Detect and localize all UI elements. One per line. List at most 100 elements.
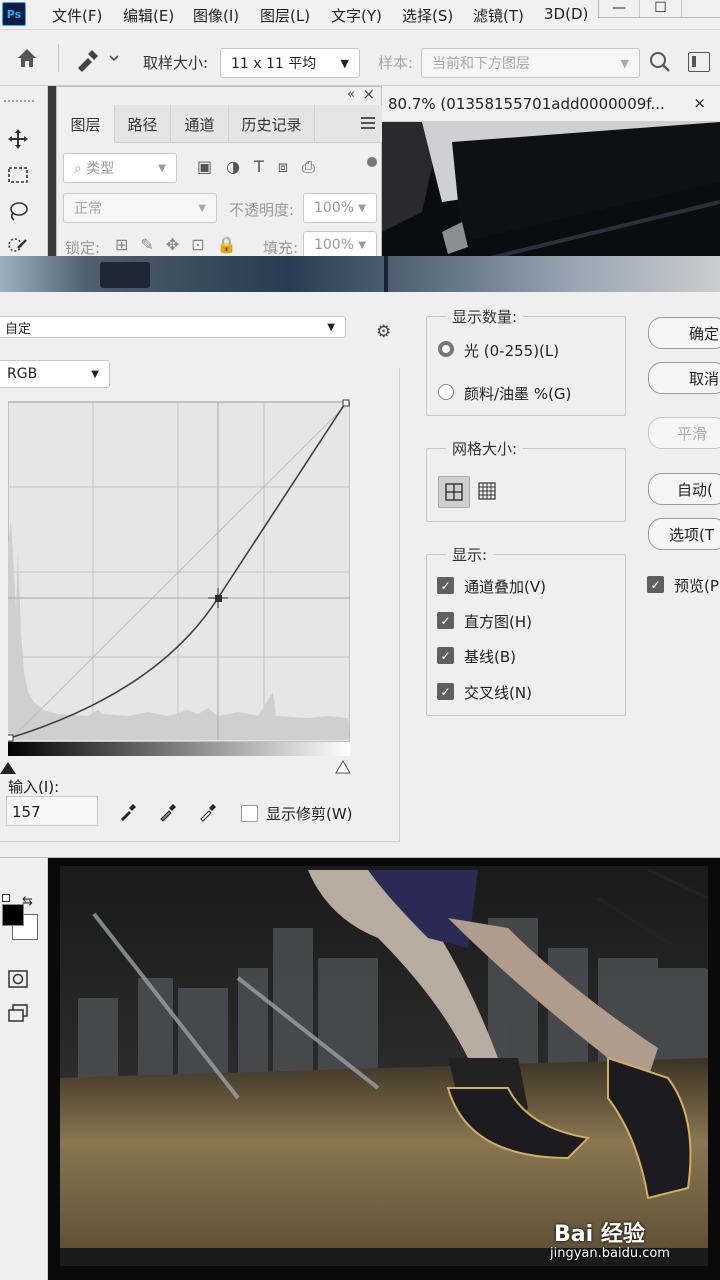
input-value-field[interactable]: 157	[6, 796, 98, 826]
search-icon: ⌕	[74, 161, 82, 177]
fill-input[interactable]: 100% ▼	[303, 231, 377, 259]
workspace-icon[interactable]	[688, 52, 710, 72]
divider	[58, 44, 59, 72]
home-icon[interactable]	[14, 46, 40, 70]
preset-select[interactable]: 自定 ▼	[0, 316, 346, 338]
opacity-label: 不透明度:	[229, 201, 295, 219]
layer-thumbnail	[100, 262, 150, 288]
detailed-grid-button[interactable]	[478, 482, 498, 502]
chevron-down-icon: ▼	[358, 239, 366, 251]
display-title: 显示:	[446, 544, 494, 565]
canvas-image: Bai 经验 jingyan.baidu.com	[48, 858, 720, 1280]
sample-size-value: 11 x 11 平均	[231, 56, 317, 72]
chevron-down-icon: ▼	[340, 56, 349, 70]
menu-image[interactable]: 图像(I)	[193, 5, 239, 26]
color-swatches[interactable]: ⇆	[2, 894, 42, 940]
show-amount-title: 显示数量:	[446, 306, 524, 327]
menu-filter[interactable]: 滤镜(T)	[473, 5, 524, 26]
tab-paths[interactable]: 路径	[115, 105, 171, 143]
preview-label: 预览(P	[674, 577, 719, 595]
smooth-button[interactable]: 平滑	[648, 417, 720, 449]
lock-label: 锁定:	[65, 239, 101, 257]
move-tool-icon[interactable]	[5, 126, 31, 152]
panel-menu-icon[interactable]	[361, 117, 375, 129]
channel-overlay-checkbox[interactable]: ✓	[437, 577, 454, 594]
tab-history[interactable]: 历史记录	[229, 105, 315, 143]
tab-layers[interactable]: 图层	[57, 105, 115, 143]
pigment-radio[interactable]	[438, 384, 454, 400]
auto-button[interactable]: 自动(	[648, 473, 720, 505]
close-document-icon[interactable]: ×	[693, 94, 706, 112]
fill-label: 填充:	[263, 239, 299, 257]
close-panel-icon[interactable]: ×	[362, 85, 375, 103]
light-radio-label: 光 (0-255)(L)	[464, 342, 560, 360]
quick-mask-icon[interactable]	[5, 966, 31, 992]
layer-filter-icons[interactable]: ▣◑T⧈⎙	[197, 157, 329, 177]
quick-select-tool-icon[interactable]	[5, 232, 31, 258]
intersection-line-checkbox[interactable]: ✓	[437, 683, 454, 700]
menu-edit[interactable]: 编辑(E)	[123, 5, 174, 26]
input-gradient-bar	[8, 742, 350, 756]
document-tab[interactable]: 80.7% (01358155701add0000009f... ×	[382, 86, 720, 122]
eyedropper-tool-preset-icon[interactable]	[72, 44, 122, 72]
show-clipping-checkbox[interactable]	[241, 805, 258, 822]
pigment-radio-label: 颜料/油墨 %(G)	[464, 385, 572, 403]
chevron-down-icon: ▼	[198, 202, 206, 214]
chevron-down-icon: ▼	[158, 162, 166, 174]
preset-options-gear-icon[interactable]: ⚙	[376, 322, 391, 342]
watermark-url: jingyan.baidu.com	[550, 1246, 670, 1261]
fill-value: 100%	[314, 237, 355, 253]
layers-panel: « × 图层 路径 通道 历史记录 ⌕ 类型 ▼ ▣◑T⧈⎙ 正常 ▼ 不透明度…	[56, 85, 383, 260]
sample-size-select[interactable]: 11 x 11 平均 ▼	[220, 48, 360, 78]
sample-select[interactable]: 当前和下方图层 ▼	[421, 48, 640, 78]
baseline-checkbox[interactable]: ✓	[437, 647, 454, 664]
histogram-checkbox[interactable]: ✓	[437, 612, 454, 629]
gray-eyedropper-icon[interactable]	[158, 800, 180, 822]
collapse-panel-icon[interactable]: «	[347, 87, 355, 102]
black-point-slider[interactable]	[0, 762, 16, 774]
tab-channels[interactable]: 通道	[171, 105, 229, 143]
preset-value: 自定	[5, 321, 32, 337]
options-button[interactable]: 选项(T	[648, 518, 720, 550]
simple-grid-button[interactable]	[438, 476, 470, 508]
cancel-button[interactable]: 取消	[648, 362, 720, 394]
default-colors-icon[interactable]	[2, 894, 10, 902]
screen-mode-icon[interactable]	[5, 1000, 31, 1026]
filter-toggle-icon[interactable]	[367, 157, 377, 167]
marquee-tool-icon[interactable]	[5, 162, 31, 188]
search-icon[interactable]	[648, 50, 672, 74]
close-window-button[interactable]	[682, 0, 720, 17]
filter-kind-select[interactable]: ⌕ 类型 ▼	[63, 153, 177, 183]
menu-type[interactable]: 文字(Y)	[331, 5, 382, 26]
options-bar: 取样大小: 11 x 11 平均 ▼ 样本: 当前和下方图层 ▼	[0, 30, 720, 86]
lasso-tool-icon[interactable]	[5, 198, 31, 224]
channel-overlay-label: 通道叠加(V)	[464, 578, 546, 596]
background-strip	[0, 256, 720, 292]
maximize-button[interactable]: ☐	[640, 0, 682, 17]
minimize-button[interactable]: —	[599, 0, 641, 17]
sample-value: 当前和下方图层	[432, 56, 530, 72]
menu-layer[interactable]: 图层(L)	[260, 5, 310, 26]
ok-button[interactable]: 确定	[648, 317, 720, 349]
baidu-watermark: Bai 经验	[554, 1222, 645, 1247]
curves-graph[interactable]	[6, 372, 351, 743]
input-label: 输入(I):	[8, 778, 60, 796]
foreground-color[interactable]	[2, 904, 24, 926]
blend-mode-select[interactable]: 正常 ▼	[63, 193, 217, 223]
opacity-input[interactable]: 100% ▼	[303, 193, 377, 223]
menu-file[interactable]: 文件(F)	[52, 5, 102, 26]
preview-checkbox[interactable]: ✓	[647, 576, 664, 593]
grid-size-title: 网格大小:	[446, 438, 524, 459]
swap-colors-icon[interactable]: ⇆	[22, 894, 33, 909]
layers-panel-tabs: 图层 路径 通道 历史记录	[57, 105, 383, 143]
white-point-slider[interactable]	[335, 760, 351, 774]
histogram-label: 直方图(H)	[464, 613, 532, 631]
menu-3d[interactable]: 3D(D)	[544, 5, 588, 23]
light-radio[interactable]	[438, 341, 454, 357]
canvas-top	[382, 122, 720, 260]
black-eyedropper-icon[interactable]	[118, 800, 140, 822]
baseline-label: 基线(B)	[464, 648, 516, 666]
lock-icons[interactable]: ⊞✎✥⊡🔒	[115, 235, 249, 254]
menu-select[interactable]: 选择(S)	[402, 5, 453, 26]
white-eyedropper-icon[interactable]	[198, 800, 220, 822]
